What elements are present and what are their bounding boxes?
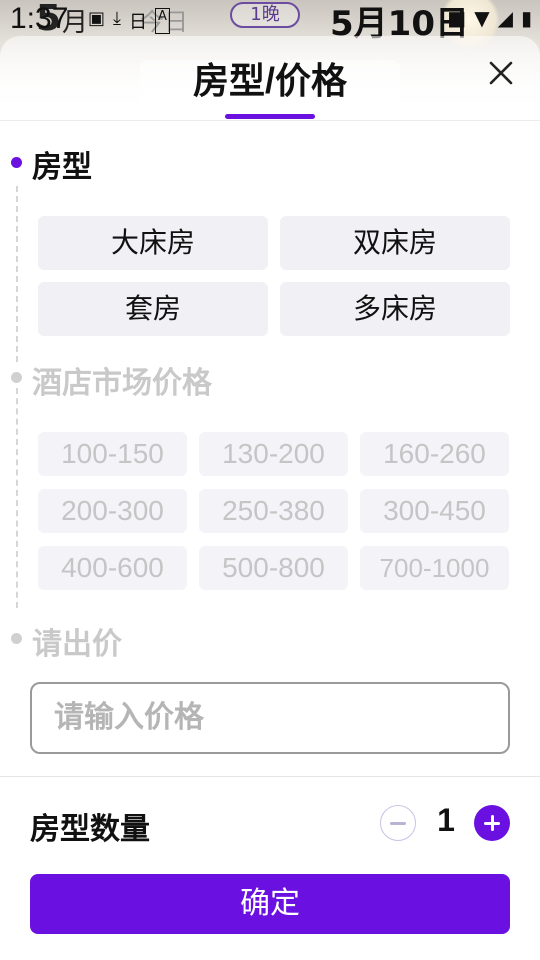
price-option[interactable]: 160-260 bbox=[360, 432, 509, 476]
timeline-dot-inactive bbox=[11, 372, 22, 383]
download-icon: ⤓ bbox=[113, 8, 121, 29]
close-button[interactable] bbox=[486, 58, 516, 88]
battery-icon: ▮ bbox=[520, 6, 532, 30]
room-type-title: 房型 bbox=[32, 151, 92, 184]
status-time: 1:37 bbox=[10, 2, 69, 35]
price-option[interactable]: 700-1000 bbox=[360, 546, 509, 590]
confirm-button[interactable]: 确定 bbox=[30, 874, 510, 934]
status-right-icons: ■ ▼ ◢ ▮ bbox=[447, 6, 532, 30]
wifi-icon: ▼ bbox=[474, 6, 490, 30]
status-bar: 5 月 今日 1:37 ▣ ⤓ 日 A 1晚 5月10日 ■ ▼ ◢ ▮ bbox=[0, 0, 540, 44]
market-price-title: 酒店市场价格 bbox=[32, 367, 212, 400]
price-option[interactable]: 400-600 bbox=[38, 546, 187, 590]
translate-icon: A bbox=[154, 8, 170, 34]
increase-quantity-button[interactable] bbox=[474, 805, 510, 841]
sheet-header: 房型/价格 bbox=[0, 36, 540, 120]
price-option[interactable]: 130-200 bbox=[199, 432, 348, 476]
briefcase-icon: ■ bbox=[447, 6, 467, 30]
room-price-sheet: 房型/价格 房型 大床房 双床房 套房 多床房 酒店市场价格 100-150 1… bbox=[0, 36, 540, 960]
room-option-suite[interactable]: 套房 bbox=[38, 282, 268, 336]
price-input[interactable] bbox=[30, 682, 510, 754]
timeline-line-2 bbox=[16, 388, 18, 608]
header-divider bbox=[0, 120, 540, 121]
title-underline bbox=[225, 114, 315, 119]
status-left-icons: ▣ ⤓ 日 A bbox=[88, 8, 170, 34]
price-option[interactable]: 250-380 bbox=[199, 489, 348, 533]
decrease-quantity-button[interactable] bbox=[380, 805, 416, 841]
room-quantity-value: 1 bbox=[437, 802, 455, 838]
room-option-multi[interactable]: 多床房 bbox=[280, 282, 510, 336]
price-option[interactable]: 500-800 bbox=[199, 546, 348, 590]
close-icon bbox=[489, 61, 513, 85]
sheet-title: 房型/价格 bbox=[192, 60, 347, 101]
timeline-dot-active bbox=[11, 157, 22, 168]
signal-icon: ◢ bbox=[497, 6, 513, 30]
timeline-line-1 bbox=[16, 186, 18, 362]
bid-title: 请出价 bbox=[32, 628, 122, 661]
price-option[interactable]: 300-450 bbox=[360, 489, 509, 533]
room-quantity-label: 房型数量 bbox=[30, 813, 150, 846]
room-option-king[interactable]: 大床房 bbox=[38, 216, 268, 270]
check-in-suffix: 日 bbox=[128, 12, 147, 33]
price-option[interactable]: 100-150 bbox=[38, 432, 187, 476]
nights-badge: 1晚 bbox=[230, 2, 300, 28]
footer-divider bbox=[0, 776, 540, 777]
image-icon: ▣ bbox=[88, 8, 106, 29]
price-option[interactable]: 200-300 bbox=[38, 489, 187, 533]
room-option-twin[interactable]: 双床房 bbox=[280, 216, 510, 270]
timeline-dot-inactive bbox=[11, 633, 22, 644]
